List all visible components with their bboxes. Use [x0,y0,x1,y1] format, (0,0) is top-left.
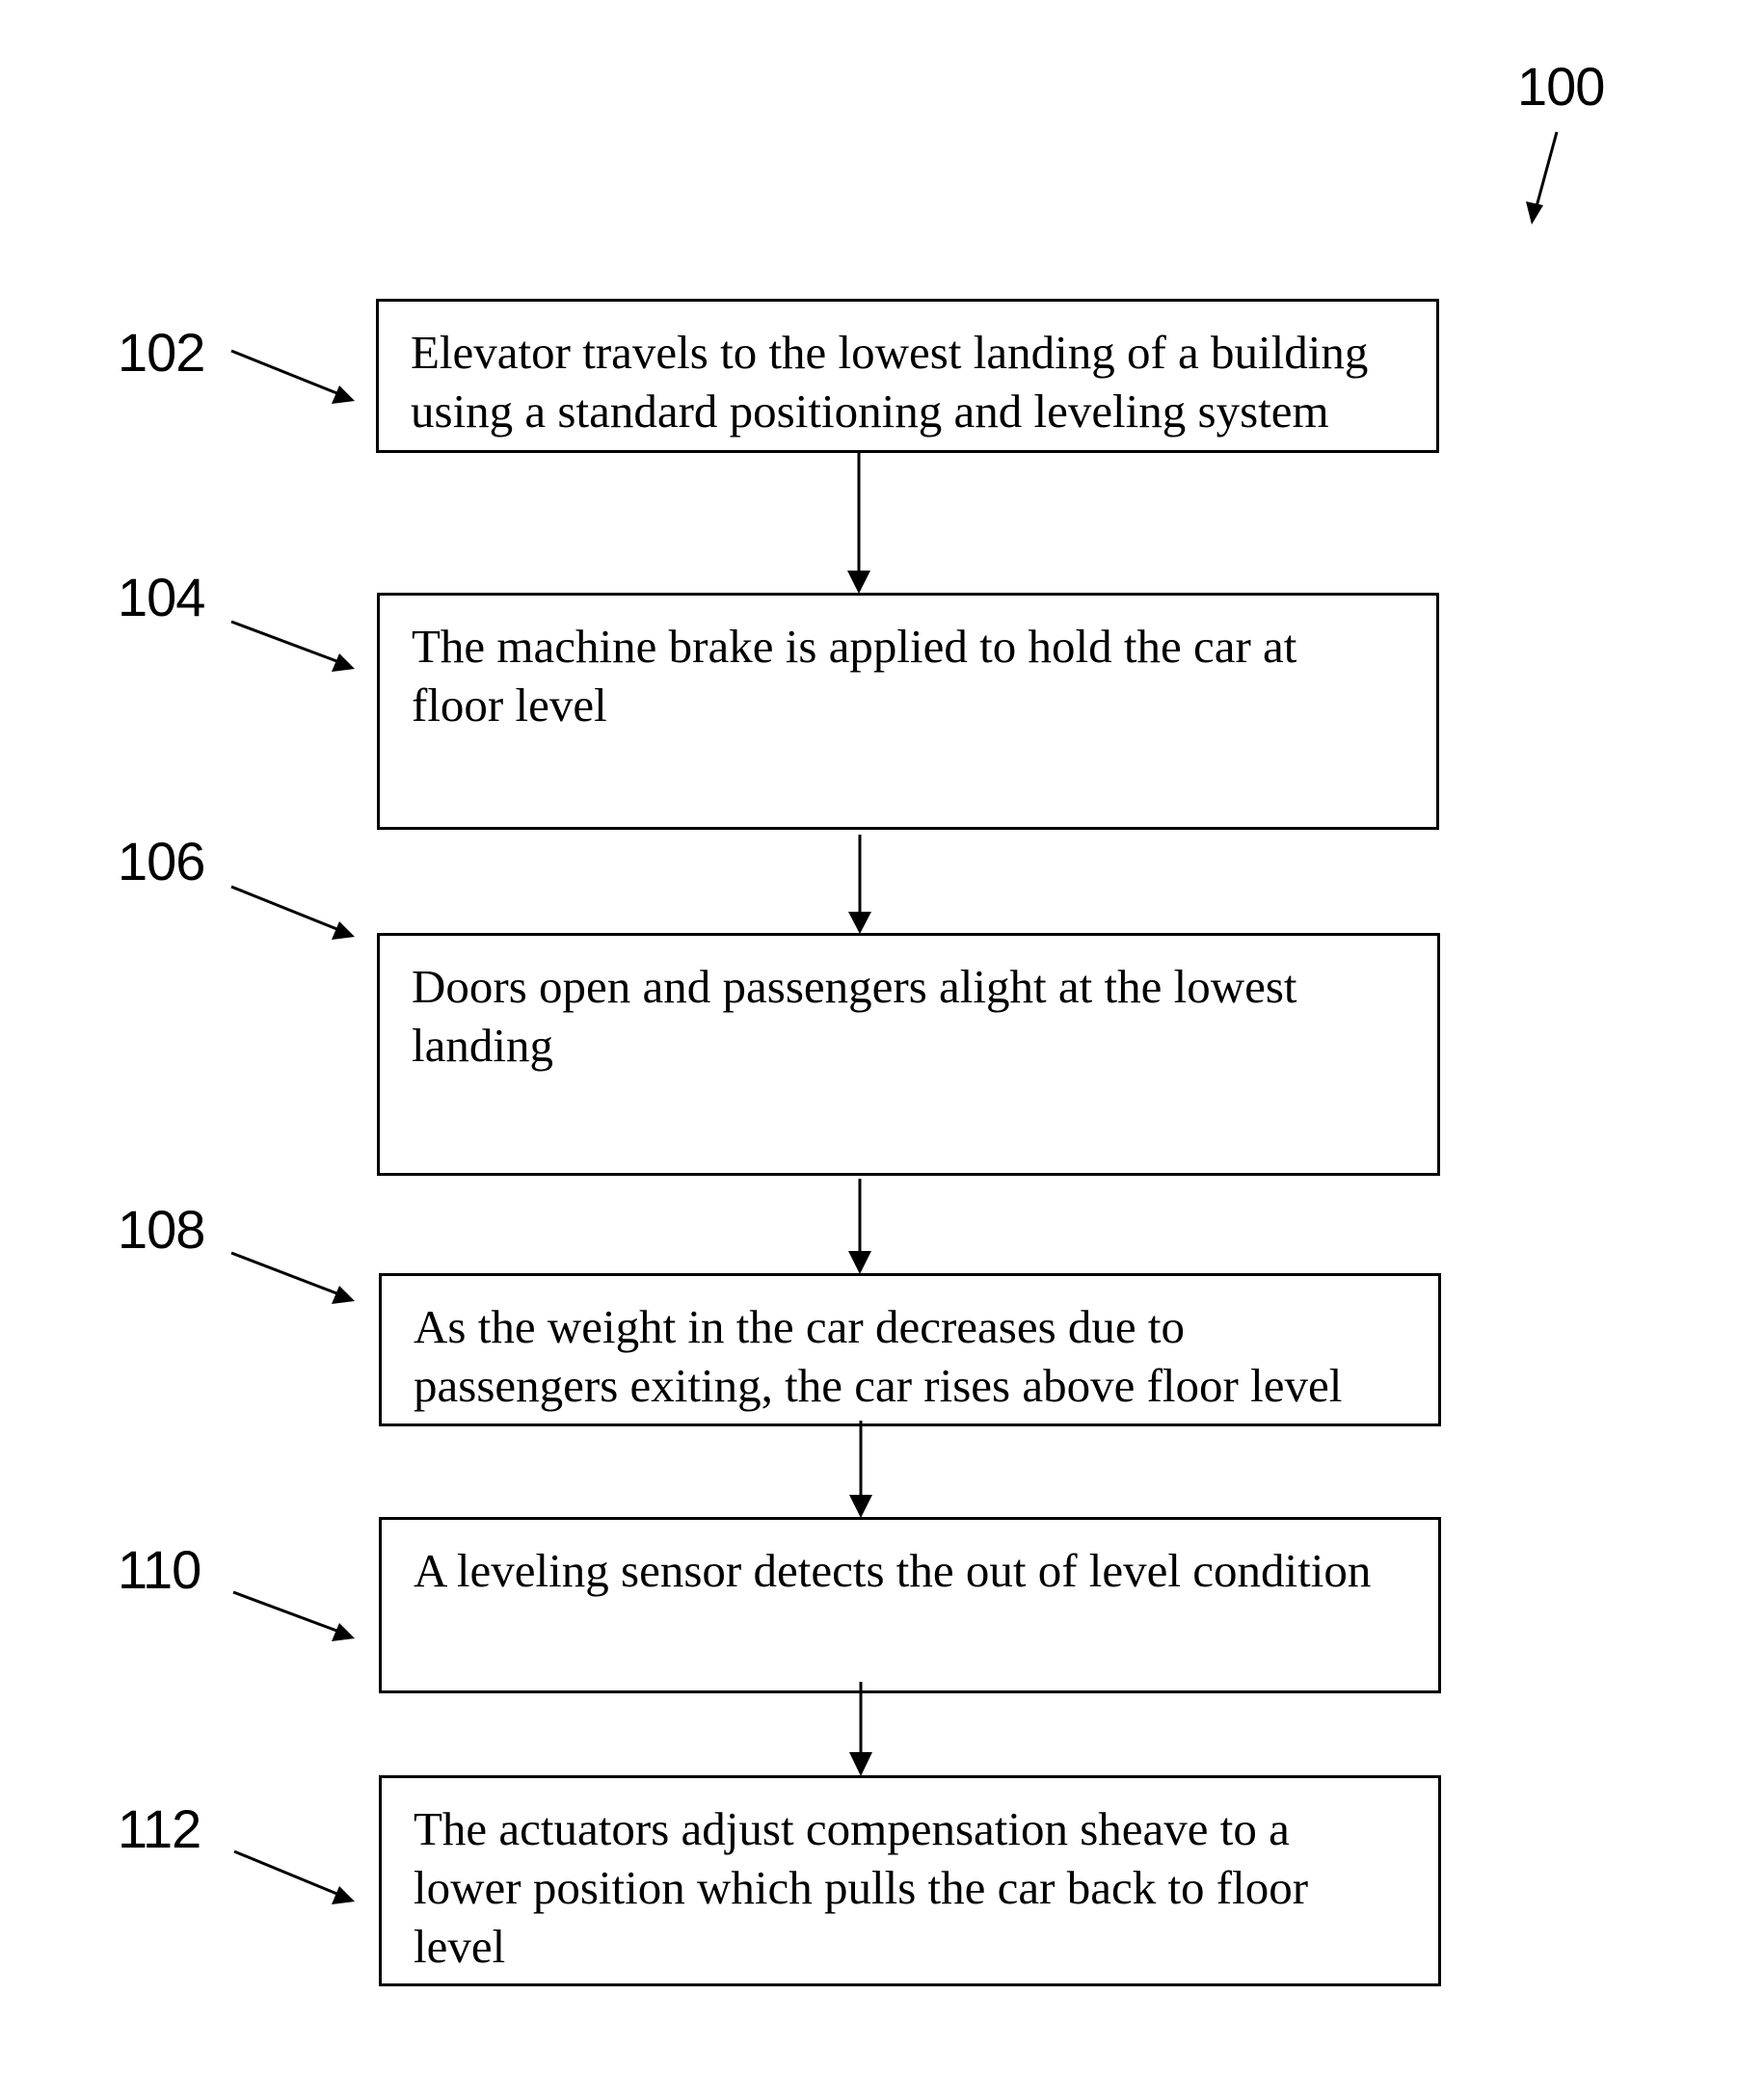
leader-arrow-108 [230,1251,355,1304]
leader-arrow-104 [230,620,355,672]
step-ref-label-110: 110 [118,1539,201,1600]
step-ref-label-104: 104 [118,567,205,627]
flow-arrow-110-112 [849,1682,872,1776]
leader-arrow-106 [230,885,355,940]
leader-arrow-102 [230,349,355,404]
leader-arrow-112 [233,1849,355,1904]
step-text-106: Doors open and passengers alight at the … [412,960,1297,1072]
step-ref-label-106: 106 [118,831,205,891]
step-box-110: A leveling sensor detects the out of lev… [379,1517,1441,1693]
step-ref-label-112: 112 [118,1798,201,1859]
flow-arrow-102-104 [847,453,870,594]
step-box-102: Elevator travels to the lowest landing o… [376,299,1439,453]
step-text-108: As the weight in the car decreases due t… [414,1300,1343,1412]
figure-reference-label: 100 [1517,56,1605,117]
step-text-110: A leveling sensor detects the out of lev… [414,1544,1372,1597]
step-text-112: The actuators adjust compensation sheave… [414,1802,1309,1973]
step-box-106: Doors open and passengers alight at the … [377,933,1440,1176]
flow-arrow-104-106 [848,835,871,934]
step-text-102: Elevator travels to the lowest landing o… [411,326,1369,438]
step-box-108: As the weight in the car decreases due t… [379,1273,1441,1426]
step-box-104: The machine brake is applied to hold the… [377,593,1439,830]
figure-reference-arrow [1526,131,1559,225]
flow-arrow-108-110 [849,1421,872,1518]
step-text-104: The machine brake is applied to hold the… [412,620,1297,732]
flow-arrow-106-108 [848,1179,871,1274]
step-box-112: The actuators adjust compensation sheave… [379,1775,1441,1986]
step-ref-label-102: 102 [118,322,205,383]
step-ref-label-108: 108 [118,1199,205,1260]
leader-arrow-110 [232,1590,355,1641]
